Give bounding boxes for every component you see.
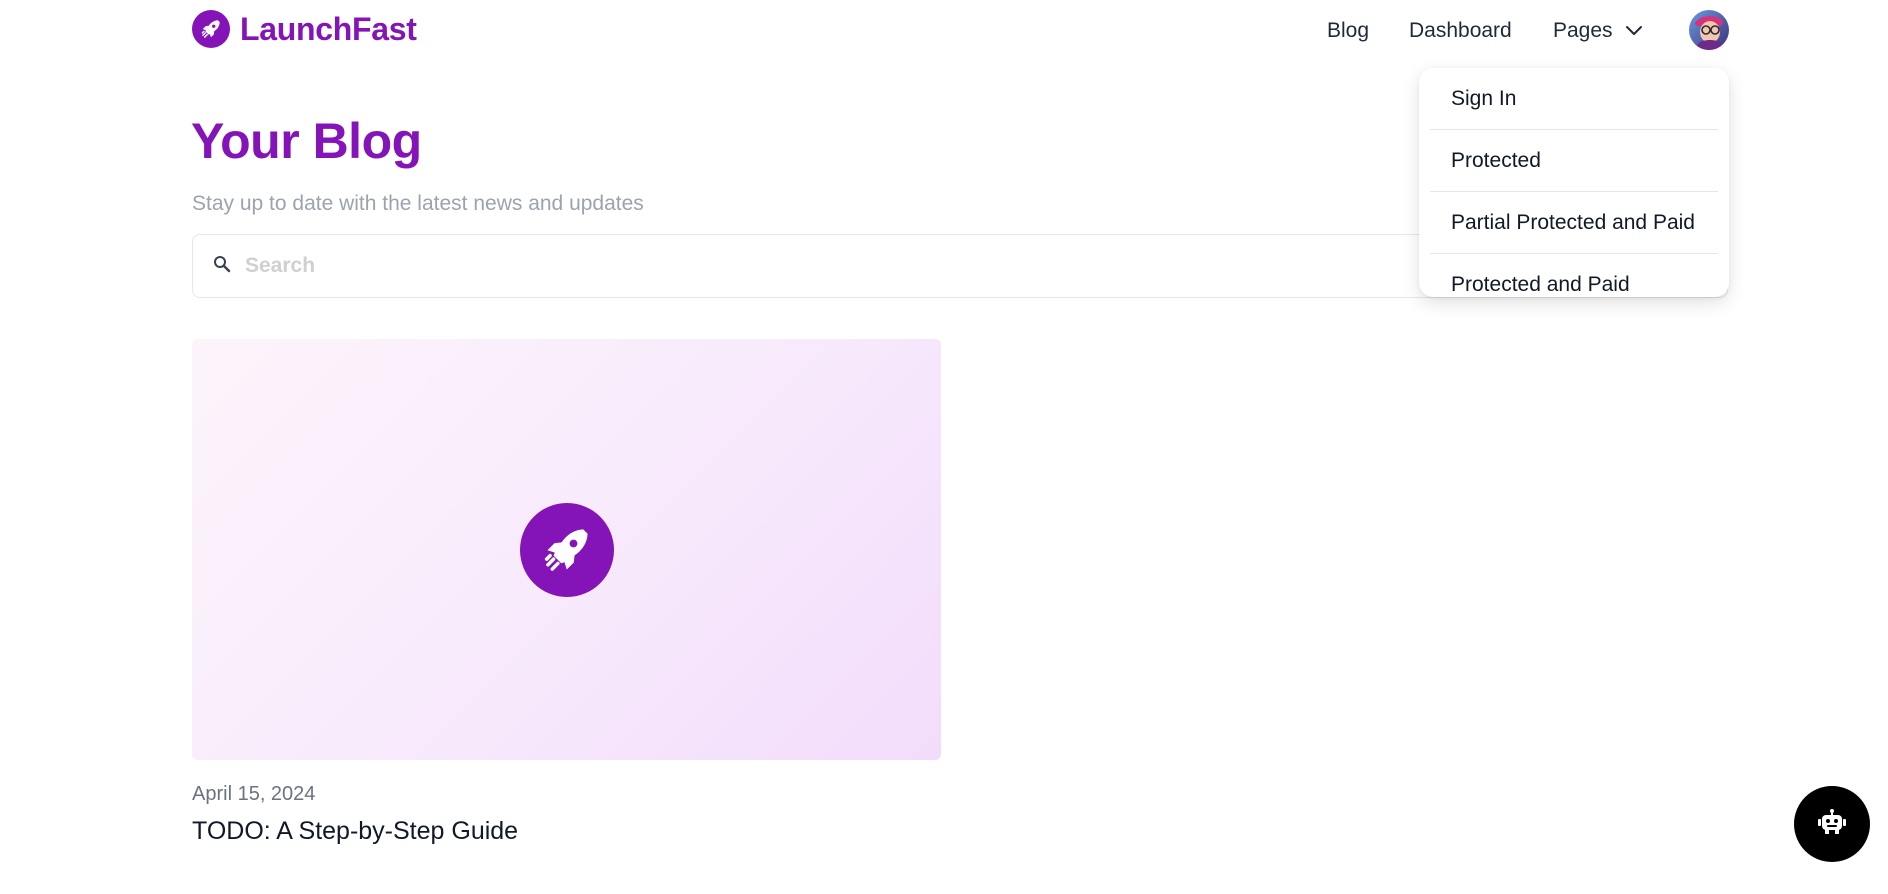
menu-item-partial-protected-and-paid[interactable]: Partial Protected and Paid [1430, 192, 1718, 254]
nav-pages-dropdown-toggle[interactable]: Pages [1553, 16, 1643, 46]
rocket-icon [519, 502, 614, 597]
robot-icon [1817, 808, 1847, 840]
nav-link-blog[interactable]: Blog [1327, 16, 1369, 46]
chat-bot-button[interactable] [1794, 786, 1870, 862]
menu-item-sign-in[interactable]: Sign In [1430, 68, 1718, 130]
post-cover-image [192, 339, 941, 760]
page-title: Your Blog [191, 113, 422, 169]
search-icon [213, 255, 231, 278]
nav-pages-label: Pages [1553, 19, 1613, 42]
post-date: April 15, 2024 [192, 783, 316, 805]
menu-item-protected-and-paid[interactable]: Protected and Paid [1430, 254, 1718, 316]
brand-name: LaunchFast [240, 10, 417, 47]
blog-post-card[interactable]: April 15, 2024 TODO: A Step-by-Step Guid… [192, 339, 941, 845]
nav-link-dashboard[interactable]: Dashboard [1409, 16, 1512, 46]
pages-dropdown-menu: Sign In Protected Partial Protected and … [1419, 68, 1729, 297]
rocket-icon [192, 10, 230, 48]
user-avatar[interactable] [1689, 10, 1729, 50]
page-subtitle: Stay up to date with the latest news and… [192, 192, 644, 215]
chevron-down-icon [1625, 19, 1643, 43]
post-title[interactable]: TODO: A Step-by-Step Guide [192, 817, 518, 846]
brand-logo-link[interactable]: LaunchFast [192, 10, 417, 48]
top-navbar: LaunchFast Blog Dashboard Pages [0, 0, 1888, 62]
menu-item-protected[interactable]: Protected [1430, 130, 1718, 192]
